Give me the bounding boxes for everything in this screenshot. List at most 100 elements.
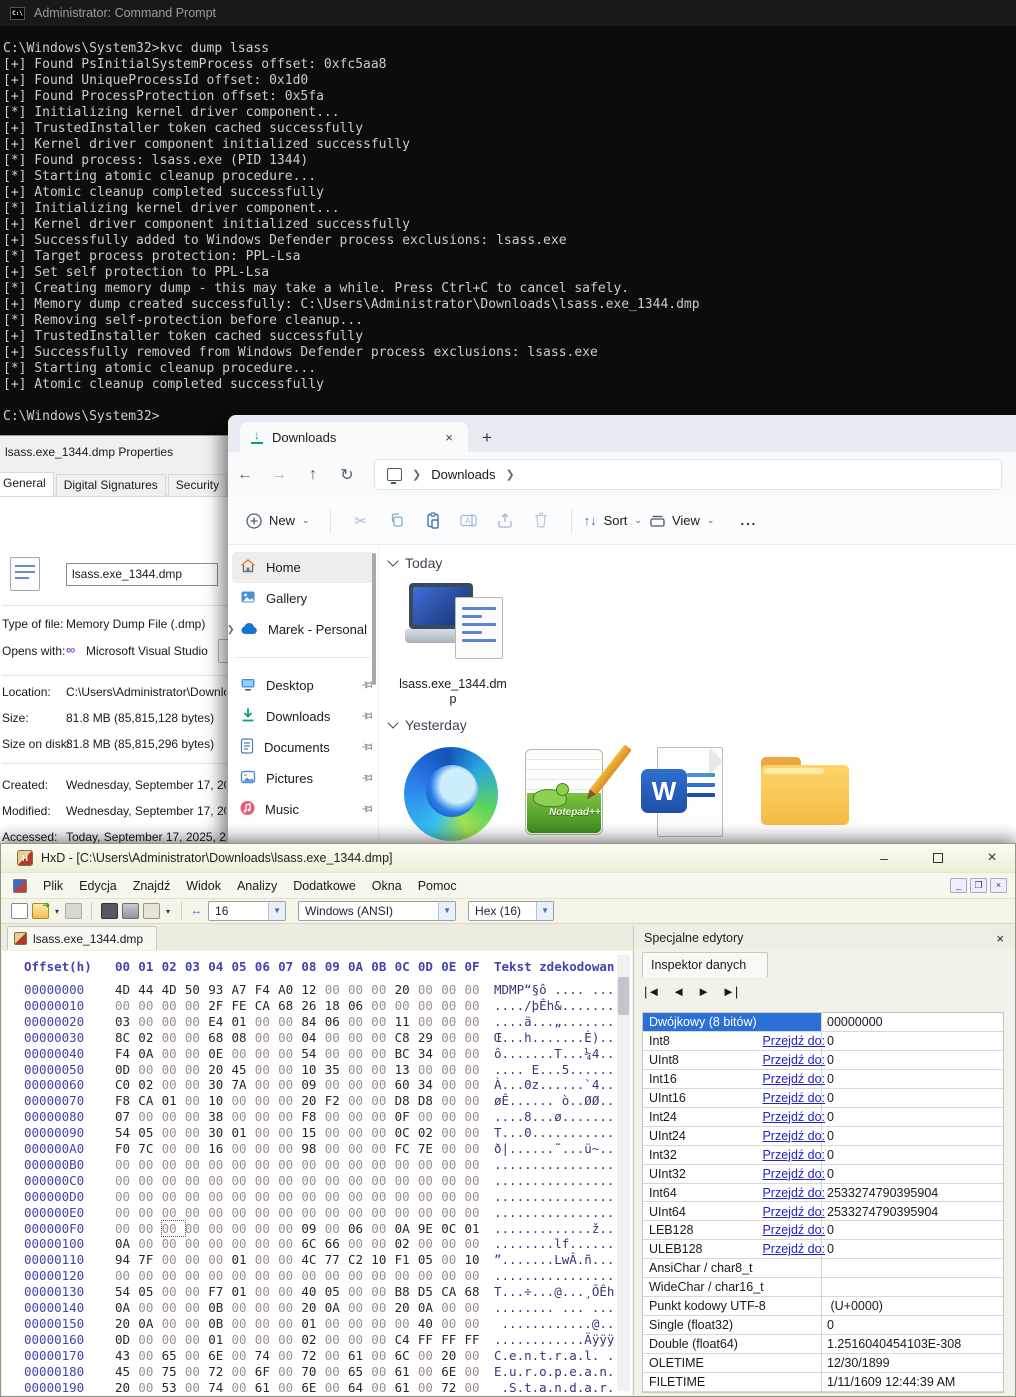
hex-byte[interactable]: 00: [232, 1173, 255, 1188]
delete-button[interactable]: [523, 512, 559, 530]
hex-byte[interactable]: 00: [418, 1062, 441, 1077]
hex-byte[interactable]: 00: [441, 1093, 464, 1108]
hex-byte[interactable]: 00: [185, 1205, 208, 1220]
menu-okna[interactable]: Okna: [364, 875, 410, 897]
hex-byte[interactable]: 00: [278, 1221, 301, 1236]
hex-byte[interactable]: 6E: [208, 1348, 231, 1363]
hex-byte[interactable]: 00: [465, 1077, 488, 1092]
hex-byte[interactable]: 00: [465, 1062, 488, 1077]
hex-byte[interactable]: 00: [232, 1236, 255, 1251]
hex-byte[interactable]: 00: [418, 1348, 441, 1363]
hex-byte[interactable]: 12: [301, 982, 324, 997]
hex-byte[interactable]: 10: [208, 1093, 231, 1108]
hex-byte[interactable]: 2F: [208, 998, 231, 1013]
refresh-button[interactable]: ↻: [330, 465, 364, 485]
hex-byte[interactable]: 0D: [115, 1062, 138, 1077]
hex-byte[interactable]: 00: [348, 1316, 371, 1331]
sidebar-item-marek-personal[interactable]: ❯Marek - Personal: [228, 614, 378, 645]
hex-byte[interactable]: 00: [348, 1046, 371, 1061]
mdi-minimize-button[interactable]: _: [950, 878, 967, 893]
collapse-chevron-icon[interactable]: [387, 555, 398, 566]
hex-byte[interactable]: 0A: [138, 1316, 161, 1331]
hex-byte[interactable]: 01: [301, 1316, 324, 1331]
expand-chevron-icon[interactable]: ❯: [228, 624, 235, 635]
maximize-button[interactable]: [915, 850, 961, 866]
hex-byte[interactable]: 00: [138, 1205, 161, 1220]
file-icon-edge[interactable]: [404, 747, 498, 841]
hex-byte[interactable]: 00: [395, 1205, 418, 1220]
menu-znajdź[interactable]: Znajdź: [125, 875, 179, 897]
tab-security[interactable]: Security: [168, 474, 227, 496]
hex-byte[interactable]: 09: [301, 1077, 324, 1092]
hex-byte[interactable]: 00: [325, 1268, 348, 1283]
hex-byte[interactable]: 00: [138, 1300, 161, 1315]
hex-byte[interactable]: 00: [278, 1252, 301, 1267]
new-file-button[interactable]: [11, 903, 28, 919]
hex-byte[interactable]: 10: [465, 1252, 488, 1267]
hex-byte[interactable]: 01: [162, 1093, 185, 1108]
file-lsass-dmp[interactable]: [405, 583, 505, 678]
hex-byte[interactable]: 00: [325, 1189, 348, 1204]
hex-byte[interactable]: 00: [465, 1141, 488, 1156]
hex-byte[interactable]: 00: [348, 1300, 371, 1315]
hex-byte[interactable]: 00: [232, 1300, 255, 1315]
hex-byte[interactable]: 00: [138, 1380, 161, 1395]
hex-byte[interactable]: 00: [348, 1173, 371, 1188]
hex-byte[interactable]: 00: [255, 1125, 278, 1140]
filename-field[interactable]: lsass.exe_1344.dmp: [66, 563, 218, 586]
hex-byte[interactable]: 00: [371, 982, 394, 997]
hex-byte[interactable]: 01: [232, 1284, 255, 1299]
hex-byte[interactable]: 00: [185, 1236, 208, 1251]
previous-byte-button[interactable]: ◄: [672, 984, 685, 999]
hex-byte[interactable]: 00: [395, 998, 418, 1013]
hex-byte[interactable]: A0: [278, 982, 301, 997]
hex-byte[interactable]: 06: [348, 998, 371, 1013]
hex-byte[interactable]: 6C: [395, 1348, 418, 1363]
hex-byte[interactable]: 00: [441, 1189, 464, 1204]
hex-byte[interactable]: 00: [441, 1014, 464, 1029]
group-header-yesterday[interactable]: Yesterday: [389, 717, 467, 733]
hex-byte[interactable]: 94: [115, 1252, 138, 1267]
sidebar-item-gallery[interactable]: Gallery: [228, 583, 378, 614]
hex-byte[interactable]: 35: [325, 1062, 348, 1077]
hex-byte[interactable]: 30: [208, 1125, 231, 1140]
hex-byte[interactable]: 01: [465, 1221, 488, 1236]
inspector-row-uint24[interactable]: UInt24Przejdź do:0: [643, 1127, 1003, 1146]
hex-byte[interactable]: 00: [465, 1189, 488, 1204]
hex-byte[interactable]: 00: [348, 1157, 371, 1172]
hex-byte[interactable]: 00: [138, 1236, 161, 1251]
hex-byte[interactable]: 00: [255, 1300, 278, 1315]
hex-byte[interactable]: 00: [325, 1125, 348, 1140]
hex-byte[interactable]: 00: [255, 1157, 278, 1172]
hex-byte[interactable]: 00: [278, 1030, 301, 1045]
hex-byte[interactable]: 77: [325, 1252, 348, 1267]
next-byte-button[interactable]: ►: [697, 984, 710, 999]
hex-byte[interactable]: 00: [185, 998, 208, 1013]
hex-byte[interactable]: 00: [465, 1380, 488, 1395]
hex-byte[interactable]: 00: [162, 1125, 185, 1140]
hex-scrollbar-thumb[interactable]: [618, 977, 629, 1015]
goto-link[interactable]: Przejdź do:: [762, 1129, 825, 1143]
hex-byte[interactable]: 00: [418, 1109, 441, 1124]
close-button[interactable]: ×: [969, 849, 1015, 867]
hex-byte[interactable]: 00: [255, 1062, 278, 1077]
minimize-button[interactable]: –: [861, 850, 907, 866]
hex-byte[interactable]: 00: [255, 1332, 278, 1347]
hex-byte[interactable]: CA: [255, 998, 278, 1013]
hex-byte[interactable]: 00: [255, 1205, 278, 1220]
new-button[interactable]: New ⌄: [246, 513, 310, 529]
hex-byte[interactable]: 7F: [138, 1252, 161, 1267]
hex-byte[interactable]: 53: [162, 1380, 185, 1395]
hex-byte[interactable]: 00: [418, 998, 441, 1013]
sidebar-item-home[interactable]: Home: [232, 552, 374, 583]
hex-byte[interactable]: 00: [441, 1109, 464, 1124]
hex-byte[interactable]: 00: [255, 1268, 278, 1283]
hex-byte[interactable]: 00: [162, 1030, 185, 1045]
hex-byte[interactable]: 00: [325, 982, 348, 997]
menu-widok[interactable]: Widok: [178, 875, 229, 897]
sidebar-item-desktop[interactable]: Desktop: [228, 670, 378, 701]
hex-byte[interactable]: F4: [255, 982, 278, 997]
hex-byte[interactable]: FC: [395, 1141, 418, 1156]
file-icon-notepadpp[interactable]: Notepad++: [521, 745, 617, 839]
hex-byte[interactable]: 00: [301, 1268, 324, 1283]
